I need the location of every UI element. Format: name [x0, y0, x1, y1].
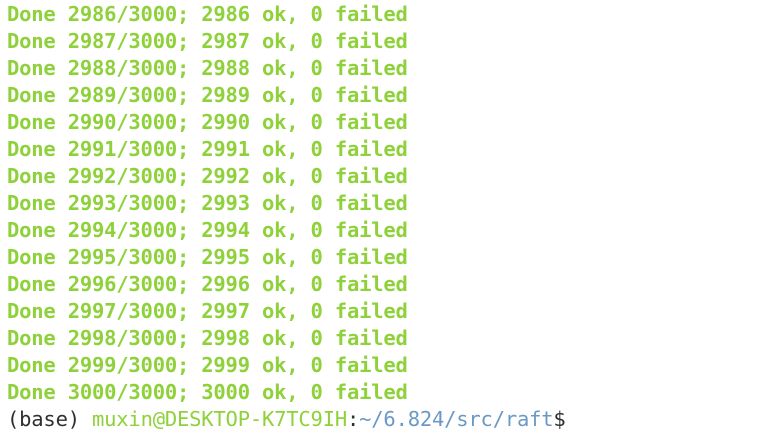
prompt-separator: :	[346, 407, 360, 431]
prompt-symbol: $	[553, 407, 566, 431]
terminal-window[interactable]: Done 2986/3000; 2986 ok, 0 failed Done 2…	[0, 0, 778, 431]
output-line: Done 2990/3000; 2990 ok, 0 failed	[7, 110, 408, 134]
output-line: Done 2997/3000; 2997 ok, 0 failed	[7, 299, 408, 323]
output-line: Done 2992/3000; 2992 ok, 0 failed	[7, 164, 408, 188]
output-line: Done 2986/3000; 2986 ok, 0 failed	[7, 2, 408, 26]
output-line: Done 2996/3000; 2996 ok, 0 failed	[7, 272, 408, 296]
shell-prompt[interactable]: (base) muxin@DESKTOP-K7TC9IH:~/6.824/src…	[7, 406, 778, 433]
output-line: Done 2991/3000; 2991 ok, 0 failed	[7, 137, 408, 161]
output-line: Done 2987/3000; 2987 ok, 0 failed	[7, 29, 408, 53]
output-area: Done 2986/3000; 2986 ok, 0 failed Done 2…	[7, 1, 778, 406]
output-line: Done 2995/3000; 2995 ok, 0 failed	[7, 245, 408, 269]
output-line: Done 3000/3000; 3000 ok, 0 failed	[7, 380, 408, 404]
output-line: Done 2989/3000; 2989 ok, 0 failed	[7, 83, 408, 107]
output-line: Done 2993/3000; 2993 ok, 0 failed	[7, 191, 408, 215]
prompt-env: (base)	[7, 407, 92, 431]
prompt-user-host: muxin@DESKTOP-K7TC9IH	[92, 407, 347, 431]
prompt-path: ~/6.824/src/raft	[359, 407, 554, 431]
output-line: Done 2999/3000; 2999 ok, 0 failed	[7, 353, 408, 377]
output-line: Done 2998/3000; 2998 ok, 0 failed	[7, 326, 408, 350]
output-line: Done 2994/3000; 2994 ok, 0 failed	[7, 218, 408, 242]
output-line: Done 2988/3000; 2988 ok, 0 failed	[7, 56, 408, 80]
